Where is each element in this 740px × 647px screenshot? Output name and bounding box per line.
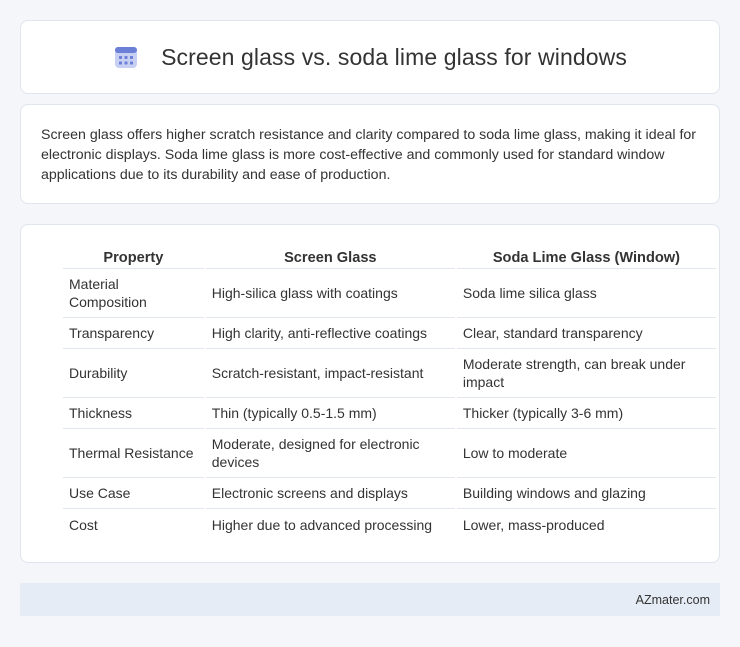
comparison-table-card: Property Screen Glass Soda Lime Glass (W… [20, 224, 720, 563]
summary-card: Screen glass offers higher scratch resis… [20, 104, 720, 204]
table-cell-screen-glass: Thin (typically 0.5-1.5 mm) [205, 398, 455, 429]
table-cell-property: Material Composition [63, 269, 204, 318]
table-row: Use Case Electronic screens and displays… [63, 478, 716, 509]
footer-site-name: AZmater.com [635, 592, 710, 607]
comparison-table: Property Screen Glass Soda Lime Glass (W… [61, 245, 718, 540]
footer: AZmater.com [20, 583, 720, 616]
table-cell-screen-glass: Electronic screens and displays [205, 478, 455, 509]
table-cell-soda-lime-glass: Thicker (typically 3-6 mm) [456, 398, 716, 429]
summary-text: Screen glass offers higher scratch resis… [41, 127, 697, 183]
table-cell-soda-lime-glass: Soda lime silica glass [456, 269, 716, 318]
table-cell-screen-glass: Higher due to advanced processing [211, 516, 433, 533]
table-cell-soda-lime-glass: Lower, mass-produced [462, 516, 605, 533]
table-cell-property: Use Case [63, 478, 204, 509]
table-cell-screen-glass: Scratch-resistant, impact-resistant [205, 349, 455, 398]
table-cell-property: Durability [63, 349, 204, 398]
table-cell-property: Cost [69, 516, 98, 533]
table-row: Thickness Thin (typically 0.5-1.5 mm) Th… [63, 398, 716, 429]
table-header-row: Property Screen Glass Soda Lime Glass (W… [63, 245, 716, 269]
table-cell-soda-lime-glass: Low to moderate [456, 429, 716, 478]
table-cell-soda-lime-glass: Clear, standard transparency [456, 318, 716, 349]
column-header-property: Property [63, 245, 204, 269]
table-cell-screen-glass: High-silica glass with coatings [205, 269, 455, 318]
table-row: Material Composition High-silica glass w… [63, 269, 716, 318]
table-row: Thermal Resistance Moderate, designed fo… [63, 429, 716, 478]
table-cell-soda-lime-glass: Building windows and glazing [456, 478, 716, 509]
table-cell-property: Thickness [63, 398, 204, 429]
table-row: Durability Scratch-resistant, impact-res… [63, 349, 716, 398]
calendar-icon [113, 44, 139, 70]
table-cell-property: Thermal Resistance [63, 429, 204, 478]
table-cell-screen-glass: Moderate, designed for electronic device… [205, 429, 455, 478]
table-cell-screen-glass: High clarity, anti-reflective coatings [205, 318, 455, 349]
page-title: Screen glass vs. soda lime glass for win… [161, 43, 627, 70]
table-row: Cost Higher due to advanced processing L… [63, 509, 716, 540]
table-cell-property: Transparency [63, 318, 204, 349]
table-row: Transparency High clarity, anti-reflecti… [63, 318, 716, 349]
column-header-soda-lime-glass: Soda Lime Glass (Window) [456, 245, 716, 269]
table-cell-soda-lime-glass: Moderate strength, can break under impac… [456, 349, 716, 398]
column-header-screen-glass: Screen Glass [205, 245, 455, 269]
title-card: Screen glass vs. soda lime glass for win… [20, 20, 720, 94]
